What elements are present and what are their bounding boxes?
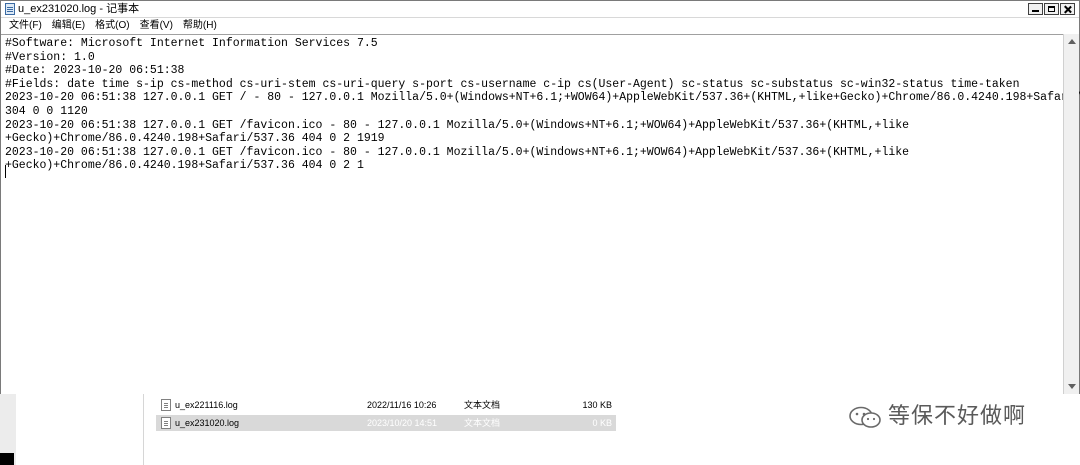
text-caret: [5, 165, 6, 178]
menu-bar: 文件(F) 编辑(E) 格式(O) 查看(V) 帮助(H): [1, 18, 1079, 34]
file-size: 0 KB: [592, 418, 612, 428]
menu-format[interactable]: 格式(O): [90, 19, 134, 33]
editor-line: 304 0 0 1120: [5, 104, 88, 118]
editor-line: 2023-10-20 06:51:38 127.0.0.1 GET /favic…: [5, 145, 910, 159]
file-size: 130 KB: [582, 400, 612, 410]
window-title: u_ex231020.log - 记事本: [18, 3, 140, 15]
menu-view[interactable]: 查看(V): [135, 19, 178, 33]
minimize-button[interactable]: [1028, 3, 1043, 15]
title-bar[interactable]: u_ex231020.log - 记事本: [1, 1, 1079, 18]
editor-line: 2023-10-20 06:51:38 127.0.0.1 GET / - 80…: [5, 91, 1080, 105]
editor-line: #Version: 1.0: [5, 50, 95, 64]
menu-help[interactable]: 帮助(H): [178, 19, 222, 33]
wechat-icon: [849, 406, 881, 428]
editor-line: 2023-10-20 06:51:38 127.0.0.1 GET /favic…: [5, 118, 910, 132]
file-name: u_ex221116.log: [175, 400, 238, 410]
window-controls: [1028, 3, 1075, 16]
scroll-up-icon[interactable]: [1064, 34, 1079, 49]
close-button[interactable]: [1060, 3, 1075, 15]
menu-edit[interactable]: 编辑(E): [47, 19, 90, 33]
file-name: u_ex231020.log: [175, 418, 240, 428]
notepad-icon[interactable]: [5, 3, 15, 15]
file-list-item-selected[interactable]: u_ex231020.log 2023/10/20 14:51 文本文档 0 K…: [156, 415, 616, 431]
editor-line: #Software: Microsoft Internet Informatio…: [5, 37, 378, 50]
text-editor[interactable]: #Software: Microsoft Internet Informatio…: [1, 34, 1080, 394]
watermark-text: 等保不好做啊: [888, 404, 1027, 429]
file-type: 文本文档: [464, 400, 501, 410]
notepad-window: u_ex231020.log - 记事本 文件(F) 编辑(E) 格式(O) 查…: [0, 0, 1080, 394]
maximize-button[interactable]: [1044, 3, 1059, 15]
editor-line: #Fields: date time s-ip cs-method cs-uri…: [5, 77, 1020, 91]
file-date: 2023/10/20 14:51: [367, 418, 438, 428]
editor-content[interactable]: #Software: Microsoft Internet Informatio…: [5, 37, 1080, 173]
file-date: 2022/11/16 10:26: [367, 400, 437, 410]
navigation-pane[interactable]: [0, 394, 144, 465]
scroll-down-icon[interactable]: [1064, 379, 1079, 394]
editor-line: +Gecko)+Chrome/86.0.4240.198+Safari/537.…: [5, 159, 364, 173]
text-file-icon: [161, 417, 171, 429]
editor-line: #Date: 2023-10-20 06:51:38: [5, 64, 185, 78]
taskbar-fragment: [0, 453, 14, 465]
file-type: 文本文档: [464, 418, 501, 428]
watermark: 等保不好做啊: [848, 400, 1026, 434]
file-list-item[interactable]: u_ex221116.log 2022/11/16 10:26 文本文档 130…: [156, 397, 616, 413]
vertical-scrollbar[interactable]: [1063, 34, 1079, 394]
menu-file[interactable]: 文件(F): [4, 19, 47, 33]
text-file-icon: [161, 399, 171, 411]
editor-line: +Gecko)+Chrome/86.0.4240.198+Safari/537.…: [5, 132, 385, 146]
